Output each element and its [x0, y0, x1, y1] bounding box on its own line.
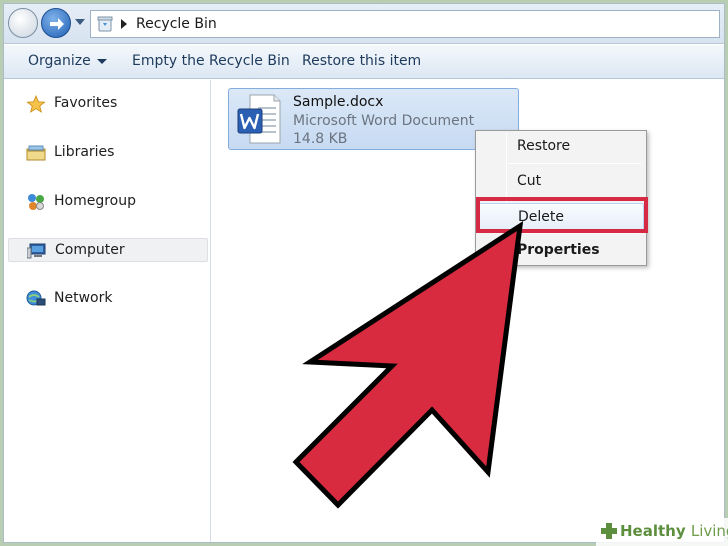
organize-label: Organize — [28, 53, 91, 69]
star-icon — [26, 95, 46, 113]
sidebar-item-homegroup[interactable]: Homegroup — [8, 190, 208, 214]
libraries-icon — [26, 145, 46, 161]
explorer-window: Recycle Bin Organize Empty the Recycle B… — [3, 3, 725, 543]
homegroup-icon — [28, 194, 44, 210]
sidebar-item-label: Favorites — [54, 95, 118, 111]
sidebar-item-label: Network — [54, 290, 113, 306]
watermark-brand: Healthy Living — [620, 522, 728, 540]
menu-item-properties[interactable]: Properties — [478, 237, 644, 265]
sidebar-item-favorites[interactable]: Favorites — [8, 92, 208, 116]
menu-item-delete[interactable]: Delete — [478, 203, 644, 231]
menu-item-restore[interactable]: Restore — [478, 133, 644, 161]
watermark-brand-thin: Living — [690, 522, 728, 540]
forward-button[interactable] — [41, 8, 71, 38]
navigation-pane: Favorites Libraries Homegroup Computer N… — [4, 80, 211, 542]
menu-item-label: Delete — [518, 209, 564, 225]
command-bar: Organize Empty the Recycle Bin Restore t… — [4, 45, 724, 79]
empty-recycle-bin-button[interactable]: Empty the Recycle Bin — [132, 53, 290, 69]
network-icon — [26, 290, 46, 306]
restore-item-button[interactable]: Restore this item — [302, 53, 421, 69]
menu-separator — [509, 233, 641, 234]
file-type: Microsoft Word Document — [293, 113, 475, 129]
forward-arrow-icon — [50, 18, 64, 30]
address-field[interactable]: Recycle Bin — [90, 10, 720, 38]
file-list: Sample.docx Microsoft Word Document 14.8… — [212, 80, 724, 542]
context-menu: Restore Cut Delete Properties — [475, 130, 647, 266]
healthy-living-watermark: Healthy Living — [596, 518, 728, 546]
file-size: 14.8 KB — [293, 131, 348, 147]
sidebar-item-label: Computer — [55, 242, 125, 258]
recycle-bin-icon — [97, 16, 113, 32]
breadcrumb-chevron-icon[interactable] — [121, 19, 127, 29]
sidebar-item-label: Libraries — [54, 144, 115, 160]
sidebar-item-network[interactable]: Network — [8, 287, 208, 311]
sidebar-item-computer[interactable]: Computer — [8, 238, 208, 262]
file-name: Sample.docx — [293, 94, 384, 110]
sidebar-item-label: Homegroup — [54, 193, 137, 209]
watermark-brand-bold: Healthy — [620, 522, 686, 540]
menu-item-label: Properties — [517, 242, 600, 258]
chevron-down-icon — [96, 58, 107, 64]
plus-logo-icon — [601, 523, 617, 539]
back-button[interactable] — [8, 8, 38, 38]
menu-separator — [509, 163, 641, 164]
breadcrumb-location[interactable]: Recycle Bin — [136, 16, 217, 32]
organize-button[interactable]: Organize — [28, 53, 107, 69]
menu-item-cut[interactable]: Cut — [478, 168, 644, 196]
menu-item-label: Cut — [517, 173, 542, 189]
computer-icon — [27, 243, 46, 259]
menu-item-label: Restore — [517, 138, 571, 154]
word-document-icon — [237, 94, 281, 144]
menu-separator — [509, 198, 641, 199]
sidebar-item-libraries[interactable]: Libraries — [8, 141, 208, 165]
address-bar: Recycle Bin — [4, 4, 724, 44]
recent-pages-dropdown-icon[interactable] — [74, 17, 86, 27]
